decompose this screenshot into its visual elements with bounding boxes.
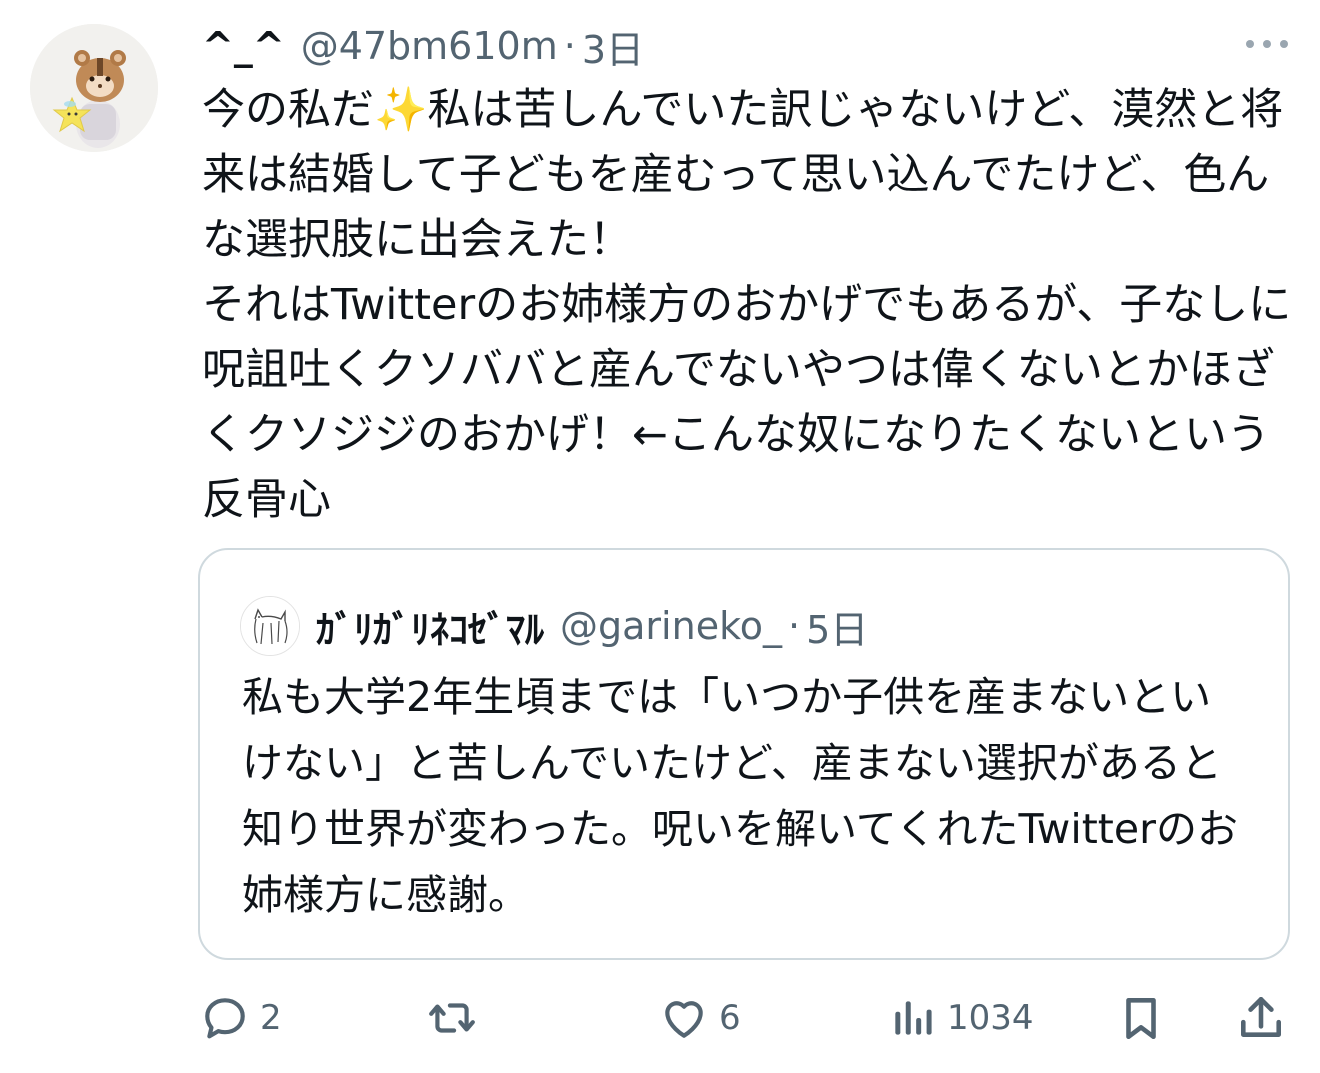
squirrel-doll-avatar-icon: [30, 24, 158, 152]
heart-icon: [665, 1001, 703, 1038]
share-button[interactable]: [1236, 985, 1286, 1051]
bookmark-icon: [1126, 998, 1156, 1040]
retweet-button[interactable]: [427, 985, 487, 1051]
tweet-timestamp[interactable]: 3日: [582, 19, 644, 74]
share-icon: [1241, 996, 1281, 1037]
tweet[interactable]: ^_^ @47bm610m · 3日 今の私だ✨私は苦しんでいた訳じゃないけど、…: [0, 0, 1320, 1073]
quoted-tweet[interactable]: ｶﾞﾘｶﾞﾘﾈｺｾﾞﾏﾙ @garineko_ · 5日 私も大学2年生頃までは…: [198, 548, 1290, 960]
author-handle[interactable]: @47bm610m: [301, 24, 558, 68]
views-button[interactable]: 1034: [887, 985, 1034, 1051]
quoted-separator-dot: ·: [787, 604, 801, 648]
cat-drawing-avatar-icon: [241, 597, 299, 655]
quoted-avatar[interactable]: [240, 596, 300, 656]
tweet-header: ^_^ @47bm610m · 3日: [202, 18, 644, 74]
views-chart-icon: [895, 1001, 932, 1035]
quoted-tweet-header: ｶﾞﾘｶﾞﾘﾈｺｾﾞﾏﾙ @garineko_ · 5日: [240, 594, 868, 658]
retweet-icon: [429, 1003, 475, 1033]
quoted-author-handle[interactable]: @garineko_: [560, 604, 782, 648]
quoted-timestamp[interactable]: 5日: [806, 599, 868, 654]
quoted-tweet-text: 私も大学2年生頃までは「いつか子供を産まないといけない」と苦しんでいたけど、産ま…: [242, 673, 1238, 919]
reply-icon: [205, 998, 245, 1039]
quoted-author-display-name[interactable]: ｶﾞﾘｶﾞﾘﾈｺｾﾞﾏﾙ: [316, 599, 544, 654]
bookmark-button[interactable]: [1116, 985, 1166, 1051]
reply-button[interactable]: 2: [200, 985, 282, 1051]
avatar[interactable]: [30, 24, 158, 152]
reply-count: 2: [260, 998, 282, 1038]
tweet-text: 今の私だ✨私は苦しんでいた訳じゃないけど、漠然と将来は結婚して子どもを産むって思…: [202, 85, 1292, 525]
views-count: 1034: [947, 998, 1034, 1038]
more-horizontal-icon: [1246, 40, 1288, 48]
action-bar: 2 6 1034: [0, 985, 1320, 1051]
more-options-button[interactable]: [1240, 28, 1294, 60]
like-count: 6: [719, 998, 741, 1038]
like-button[interactable]: 6: [659, 985, 741, 1051]
author-display-name[interactable]: ^_^: [202, 24, 285, 68]
separator-dot: ·: [563, 24, 576, 68]
